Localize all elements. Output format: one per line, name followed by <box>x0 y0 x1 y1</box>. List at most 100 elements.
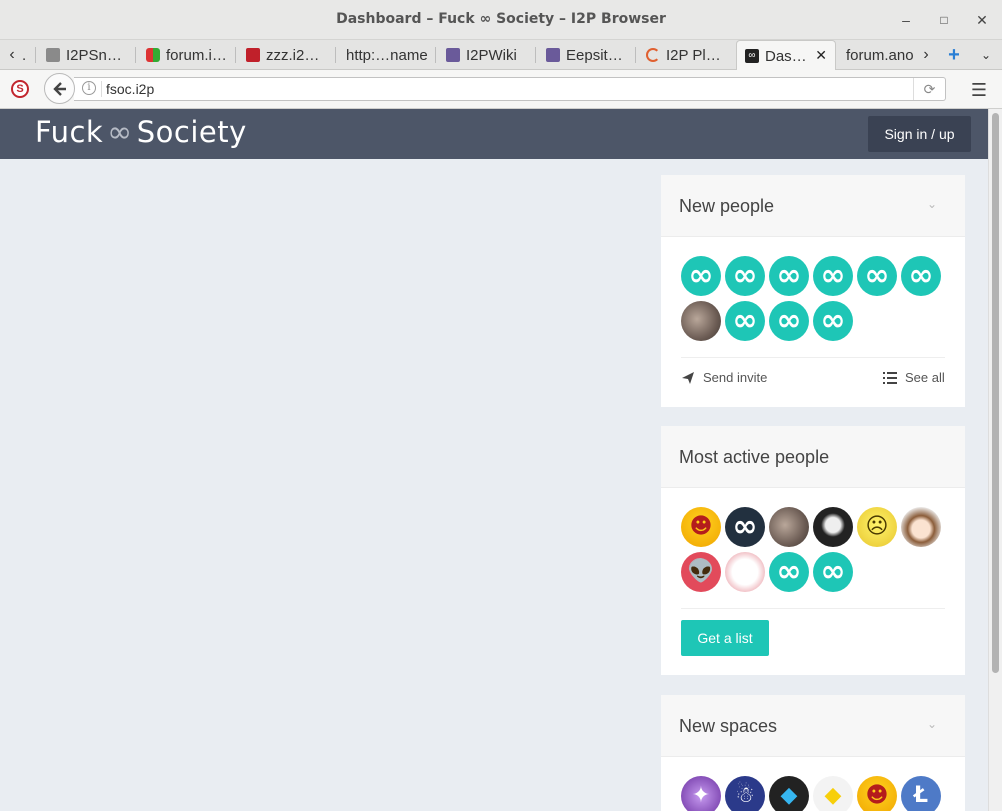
sign-in-button[interactable]: Sign in / up <box>868 116 971 152</box>
infinity-icon: ∞ <box>745 49 759 63</box>
card-header: Most active people <box>661 426 965 488</box>
infinity-icon: ∞ <box>908 258 934 293</box>
maximize-button[interactable]: □ <box>934 10 954 30</box>
tab-forum-ano[interactable]: forum.ano <box>838 40 914 70</box>
tab-i2pwiki[interactable]: I2PWiki <box>438 40 536 70</box>
close-tab-icon[interactable]: ✕ <box>815 47 827 64</box>
url-separator <box>101 81 102 97</box>
most-active-avatar-yellow-meme[interactable]: ☹ <box>857 507 897 547</box>
url-text[interactable]: fsoc.i2p <box>106 81 154 97</box>
most-active-avatar-infinity[interactable]: ∞ <box>813 552 853 592</box>
zzz-icon <box>246 48 260 62</box>
logo-word-right: Society <box>136 115 247 149</box>
new-people-avatar-infinity[interactable]: ∞ <box>813 301 853 341</box>
chevron-down-icon[interactable]: ⌄ <box>927 197 937 211</box>
see-all-link[interactable]: See all <box>883 370 945 385</box>
new-people-avatar-infinity[interactable]: ∞ <box>857 256 897 296</box>
divider <box>681 357 945 358</box>
most-active-avatar-awesome-face[interactable]: ☻ <box>681 507 721 547</box>
new-people-avatar-infinity[interactable]: ∞ <box>769 301 809 341</box>
most-active-avatar-anime-dark[interactable] <box>813 507 853 547</box>
tab-partial[interactable]: . <box>22 40 36 70</box>
send-invite-link[interactable]: Send invite <box>681 370 767 385</box>
tab-label: http:…name <box>346 46 428 64</box>
infinity-icon: ∞ <box>820 554 846 589</box>
tab-scroll-left-button[interactable]: ‹ <box>2 40 22 70</box>
tab-label: zzz.i2… <box>266 46 320 64</box>
card-header: New people ⌄ <box>661 175 965 237</box>
card-title: Most active people <box>679 447 830 467</box>
tab-http-name[interactable]: http:…name <box>338 40 436 70</box>
back-button[interactable] <box>44 73 75 104</box>
page-scrollbar[interactable] <box>988 109 1002 811</box>
most-active-avatar-cat-photo[interactable] <box>769 507 809 547</box>
tab-eepsites[interactable]: Eepsit… <box>538 40 636 70</box>
most-active-avatar-anime-girl[interactable] <box>901 507 941 547</box>
alien-icon: 👽 <box>687 559 715 584</box>
close-window-button[interactable]: ✕ <box>972 10 992 30</box>
list-icon <box>883 371 897 384</box>
noscript-icon[interactable]: S <box>11 80 29 98</box>
infinity-dark-icon: ∞ <box>732 509 758 544</box>
infinity-icon: ∞ <box>776 554 802 589</box>
tab-label: Eepsit… <box>566 46 623 64</box>
tab-scroll-right-button[interactable]: › <box>916 40 936 70</box>
litecoin-icon: Ł <box>913 783 929 808</box>
new-space-avatar-purple-emblem[interactable]: ✦ <box>681 776 721 811</box>
new-people-avatar-infinity[interactable]: ∞ <box>725 256 765 296</box>
tab-label: I2PSn… <box>66 46 122 64</box>
new-people-card: New people ⌄ ∞ ∞ ∞ ∞ ∞ ∞ ∞ ∞ ∞ Send invite See a… <box>661 175 965 407</box>
infinity-icon: ∞ <box>820 303 846 338</box>
infinity-icon: ∞ <box>688 258 714 293</box>
scrollbar-thumb[interactable] <box>992 113 999 673</box>
window-title: Dashboard – Fuck ∞ Society – I2P Browser <box>336 11 666 27</box>
chevron-down-icon[interactable]: ⌄ <box>927 717 937 731</box>
new-people-avatar-cat-photo[interactable] <box>681 301 721 341</box>
new-people-avatar-infinity[interactable]: ∞ <box>725 301 765 341</box>
new-tab-button[interactable]: + <box>944 40 964 70</box>
site-header: Fuck ∞ Society Sign in / up <box>0 109 988 159</box>
most-active-avatar-infinity[interactable]: ∞ <box>769 552 809 592</box>
url-bar[interactable]: i fsoc.i2p ⟳ <box>74 77 946 101</box>
new-space-avatar-litecoin[interactable]: Ł <box>901 776 941 811</box>
tab-label: forum.ano <box>846 46 914 64</box>
wiki-icon <box>446 48 460 62</box>
infinity-icon: ∞ <box>864 258 890 293</box>
list-all-tabs-button[interactable]: ⌄ <box>976 40 996 70</box>
warning-sign-icon: ◆ <box>824 783 842 808</box>
most-active-avatar-alien[interactable]: 👽 <box>681 552 721 592</box>
new-people-avatar-infinity[interactable]: ∞ <box>681 256 721 296</box>
tab-forum-i2p[interactable]: forum.i… <box>138 40 236 70</box>
send-invite-label: Send invite <box>703 370 768 385</box>
tab-label: I2P Pl… <box>666 46 721 64</box>
tab-label: Das… <box>765 47 807 65</box>
card-title: New spaces <box>679 716 778 736</box>
get-a-list-button[interactable]: Get a list <box>681 620 769 656</box>
infinity-icon: ∞ <box>820 258 846 293</box>
most-active-avatar-infinity-dark[interactable]: ∞ <box>725 507 765 547</box>
new-people-avatar-infinity[interactable]: ∞ <box>901 256 941 296</box>
tab-dashboard[interactable]: ∞ Das… ✕ <box>736 40 836 71</box>
tab-label: I2PWiki <box>466 46 517 64</box>
card-title: New people <box>679 196 775 216</box>
minimize-button[interactable]: – <box>896 10 916 30</box>
hamburger-menu-button[interactable]: ☰ <box>964 79 994 101</box>
most-active-avatar-white-cat[interactable] <box>725 552 765 592</box>
infinity-icon: ∞ <box>732 258 758 293</box>
new-space-avatar-warning-sign[interactable]: ◆ <box>813 776 853 811</box>
new-people-avatar-infinity[interactable]: ∞ <box>769 256 809 296</box>
wiki-icon <box>546 48 560 62</box>
info-icon[interactable]: i <box>82 81 96 95</box>
site-logo[interactable]: Fuck ∞ Society <box>35 115 247 150</box>
new-space-avatar-diamond[interactable]: ◆ <box>769 776 809 811</box>
new-people-avatar-infinity[interactable]: ∞ <box>813 256 853 296</box>
tab-i2psnark[interactable]: I2PSn… <box>38 40 136 70</box>
tab-i2p-plugins[interactable]: I2P Pl… <box>638 40 734 70</box>
reload-icon[interactable]: ⟳ <box>913 78 945 100</box>
awesome-face-icon: ☻ <box>689 514 713 539</box>
tab-label: forum.i… <box>166 46 227 64</box>
yellow-meme-icon: ☹ <box>865 514 889 539</box>
new-space-avatar-blue-mascot[interactable]: ☃ <box>725 776 765 811</box>
tab-zzz-i2p[interactable]: zzz.i2… <box>238 40 336 70</box>
new-space-avatar-awesome-face[interactable]: ☻ <box>857 776 897 811</box>
